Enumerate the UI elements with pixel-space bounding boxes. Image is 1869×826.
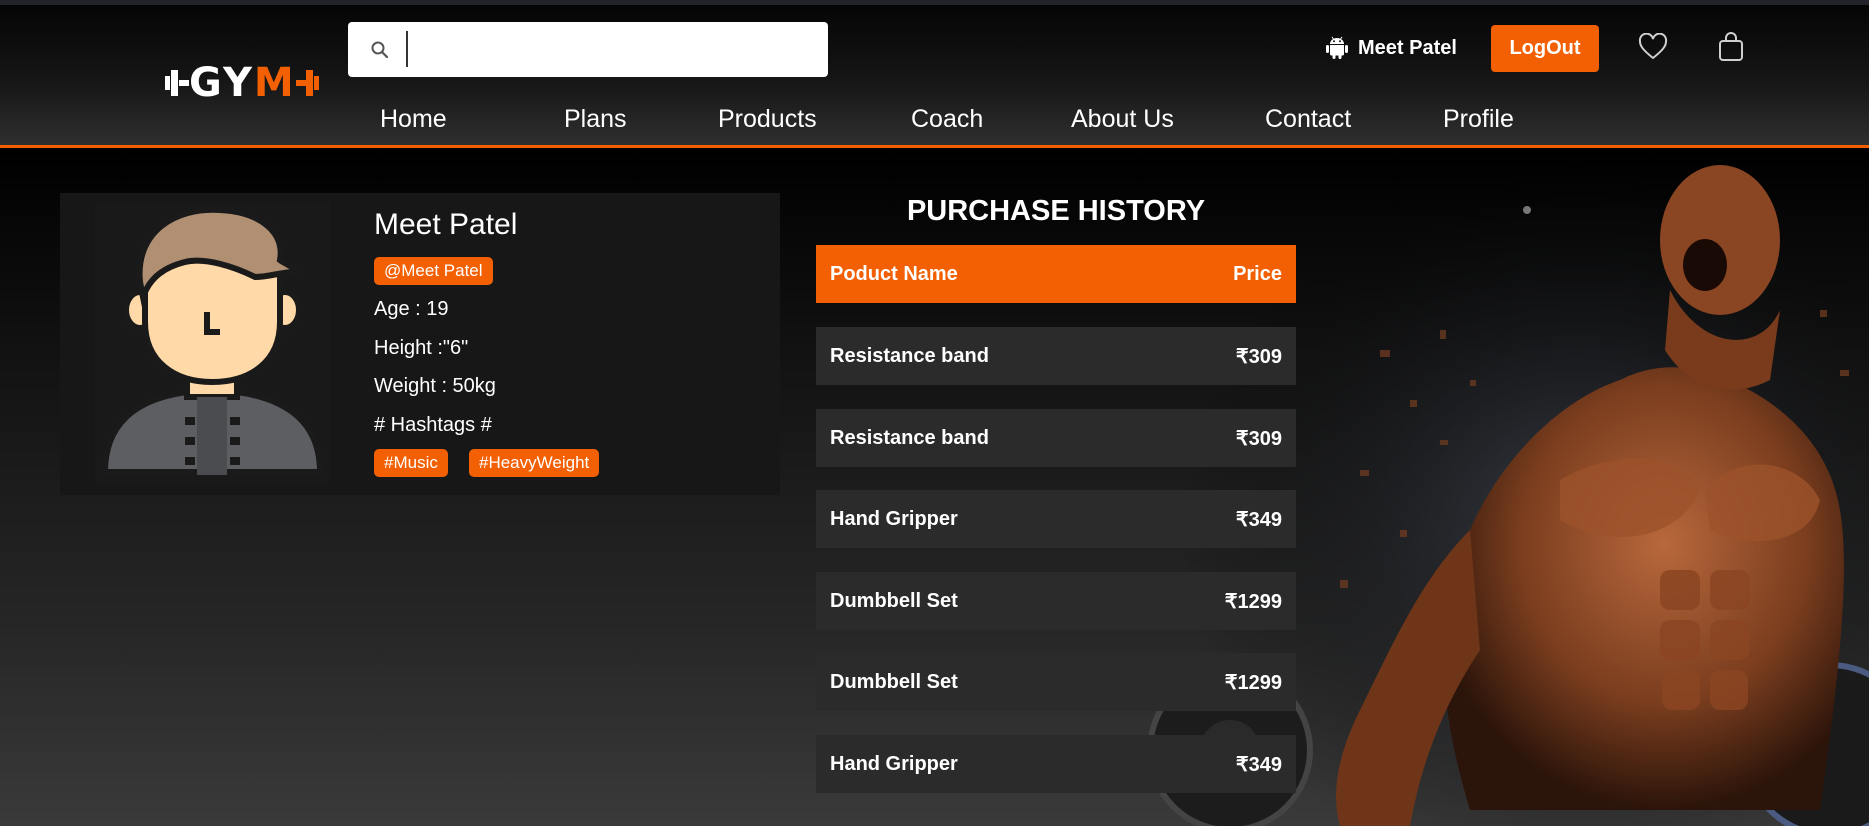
search-bar <box>348 22 828 77</box>
hashtag-badge[interactable]: #HeavyWeight <box>469 449 600 477</box>
shopping-bag-icon[interactable] <box>1717 32 1745 62</box>
profile-weight: Weight : 50kg <box>374 375 496 397</box>
product-price: ₹309 <box>1235 345 1282 368</box>
purchase-history-title: PURCHASE HISTORY <box>906 195 1206 227</box>
user-avatar <box>95 202 330 484</box>
product-price: ₹309 <box>1235 427 1282 450</box>
search-input[interactable] <box>406 31 806 67</box>
table-row: Resistance band ₹309 <box>816 327 1296 385</box>
user-name: Meet Patel <box>1358 36 1457 59</box>
heart-icon[interactable] <box>1638 33 1668 61</box>
nav-coach[interactable]: Coach <box>911 105 1071 134</box>
table-row: Hand Gripper ₹349 <box>816 735 1296 793</box>
purchase-table-header: Poduct Name Price <box>816 245 1296 303</box>
logo-text-white: GY <box>189 59 254 106</box>
column-price: Price <box>1233 262 1282 285</box>
search-icon <box>371 41 389 59</box>
logo-text-orange: M <box>253 59 296 106</box>
product-price: ₹349 <box>1235 753 1282 776</box>
nav-home[interactable]: Home <box>380 105 564 134</box>
site-header: GY M Meet Patel LogOut Home Plans Produc… <box>0 5 1869 148</box>
product-price: ₹1299 <box>1224 590 1282 613</box>
table-row: Dumbbell Set ₹1299 <box>816 572 1296 630</box>
profile-name: Meet Patel <box>374 208 518 241</box>
product-name: Dumbbell Set <box>830 670 958 693</box>
dumbbell-icon <box>295 68 320 98</box>
nav-plans[interactable]: Plans <box>564 105 718 134</box>
user-info[interactable]: Meet Patel <box>1326 34 1457 62</box>
product-name: Hand Gripper <box>830 752 958 775</box>
gym-logo[interactable]: GY M <box>165 59 320 106</box>
table-row: Dumbbell Set ₹1299 <box>816 653 1296 711</box>
hashtags-heading: # Hashtags # <box>374 414 492 436</box>
table-row: Hand Gripper ₹349 <box>816 490 1296 548</box>
table-row: Resistance band ₹309 <box>816 409 1296 467</box>
profile-height: Height :"6" <box>374 337 469 359</box>
nav-products[interactable]: Products <box>718 105 911 134</box>
product-name: Resistance band <box>830 426 989 449</box>
product-name: Hand Gripper <box>830 507 958 530</box>
android-icon <box>1326 36 1348 59</box>
logout-button[interactable]: LogOut <box>1491 25 1599 72</box>
product-name: Resistance band <box>830 344 989 367</box>
nav-profile[interactable]: Profile <box>1443 105 1533 134</box>
profile-handle-badge: @Meet Patel <box>374 257 493 285</box>
column-product-name: Poduct Name <box>830 262 958 285</box>
hashtag-badge[interactable]: #Music <box>374 449 448 477</box>
profile-age: Age : 19 <box>374 298 449 320</box>
nav-contact[interactable]: Contact <box>1265 105 1443 134</box>
product-name: Dumbbell Set <box>830 589 958 612</box>
nav-about-us[interactable]: About Us <box>1071 105 1265 134</box>
main-nav: Home Plans Products Coach About Us Conta… <box>380 99 1533 139</box>
product-price: ₹349 <box>1235 508 1282 531</box>
dumbbell-icon <box>165 68 189 98</box>
product-price: ₹1299 <box>1224 671 1282 694</box>
